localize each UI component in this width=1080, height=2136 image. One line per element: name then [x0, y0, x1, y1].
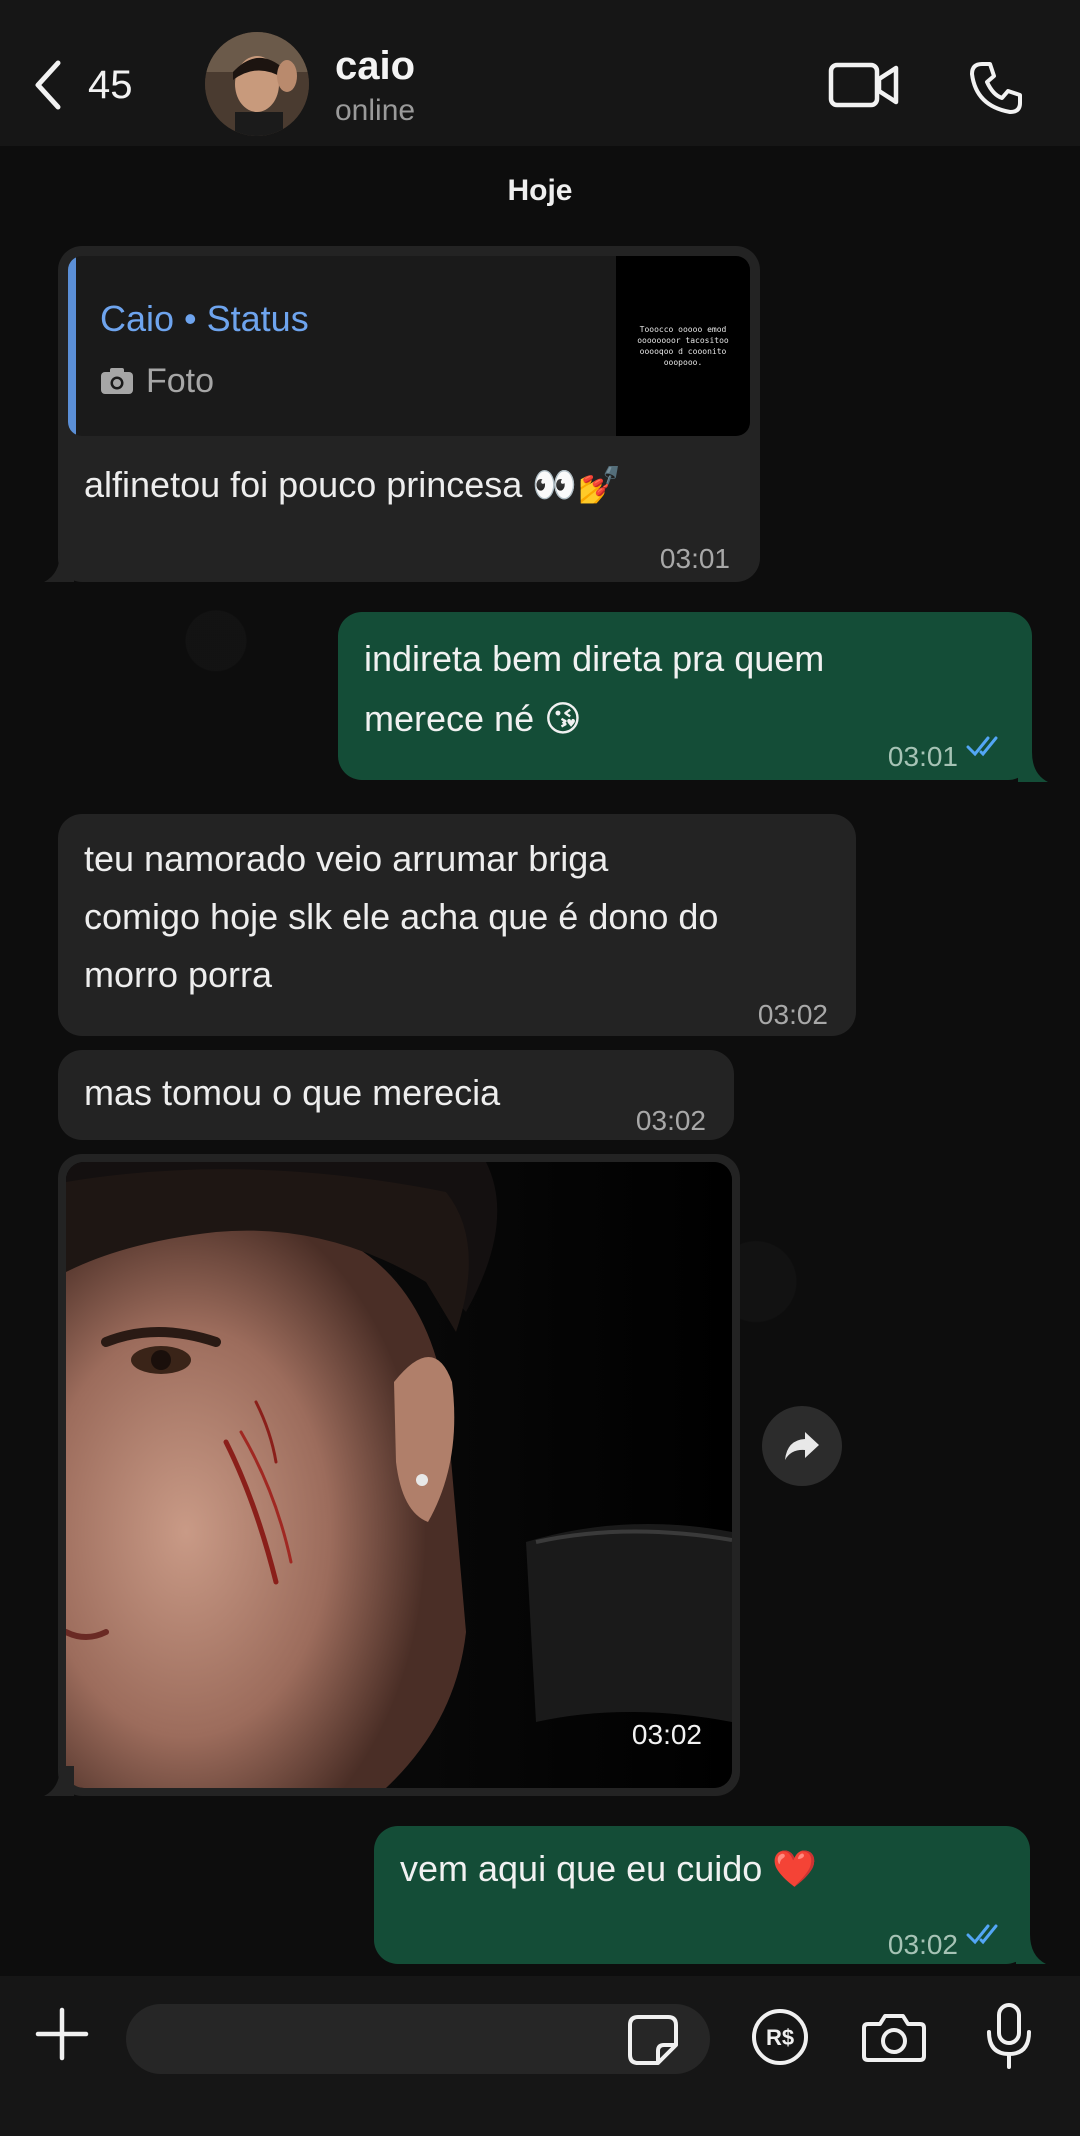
message-time: 03:02: [757, 999, 828, 1030]
phone-icon[interactable]: [966, 58, 1026, 118]
forward-button[interactable]: [762, 1406, 842, 1486]
message-time: 03:02: [887, 1929, 958, 1960]
message-time: 03:01: [659, 543, 730, 574]
chevron-left-icon: [35, 60, 61, 110]
chat-header: 45 caio online: [0, 0, 1080, 146]
video-call-icon[interactable]: [828, 58, 900, 112]
quote-kind: Foto: [100, 352, 214, 410]
message-text-line: morro porra: [84, 954, 273, 995]
quote-thumbnail-text: Tooocco ooooo emod oooooooor tacositoo o…: [637, 325, 729, 367]
message-text-line: comigo hoje slk ele acha que é dono do: [84, 896, 719, 937]
bubble-tail: [1018, 752, 1048, 782]
message-bubble-incoming[interactable]: teu namorado veio arrumar briga comigo h…: [58, 814, 856, 1036]
photo-image[interactable]: 03:02: [66, 1162, 732, 1788]
date-separator: Hoje: [507, 174, 573, 207]
message-text: mas tomou o que merecia: [84, 1072, 501, 1113]
camera-icon[interactable]: [862, 2010, 926, 2064]
photo-time: 03:02: [631, 1719, 702, 1750]
quote-author: Caio • Status: [100, 298, 309, 339]
read-ticks-icon: [966, 736, 998, 757]
message-bubble-incoming[interactable]: mas tomou o que merecia 03:02: [58, 1050, 734, 1140]
message-time: 03:02: [635, 1105, 706, 1136]
chat-screen: 45 caio online Hoje Caio • Status Foto T…: [0, 0, 1080, 2136]
back-button[interactable]: 45: [30, 52, 170, 118]
bubble-tail: [44, 1766, 74, 1796]
contact-name[interactable]: caio: [335, 44, 415, 89]
quote-thumbnail: Tooocco ooooo emod oooooooor tacositoo o…: [616, 256, 750, 436]
read-ticks-icon: [966, 1924, 998, 1945]
microphone-icon[interactable]: [984, 2002, 1034, 2070]
composer-bar: R$: [0, 1976, 1080, 2136]
quote-accent-bar: [68, 256, 76, 436]
unread-count: 45: [88, 62, 133, 107]
avatar[interactable]: [205, 32, 309, 136]
plus-icon[interactable]: [34, 2006, 90, 2062]
message-text: vem aqui que eu cuido ❤️: [400, 1848, 818, 1889]
photo-content: [66, 1162, 732, 1788]
message-text-line: indireta bem direta pra quem: [364, 638, 825, 679]
camera-small-icon: [101, 368, 133, 394]
payment-icon[interactable]: R$: [750, 2007, 810, 2067]
message-text-line: merece né 😘: [364, 698, 582, 739]
message-bubble-outgoing[interactable]: vem aqui que eu cuido ❤️ 03:02: [374, 1826, 1030, 1964]
status-reply-quote[interactable]: Caio • Status Foto Tooocco ooooo emod oo…: [68, 256, 750, 436]
photo-message-bubble[interactable]: 03:02: [58, 1154, 740, 1796]
quote-kind-label: Foto: [146, 362, 215, 400]
forward-icon: [785, 1432, 819, 1460]
message-bubble-incoming[interactable]: Caio • Status Foto Tooocco ooooo emod oo…: [58, 246, 760, 582]
sticker-icon[interactable]: [626, 2013, 680, 2067]
contact-status: online: [335, 94, 416, 127]
bubble-tail: [1016, 1934, 1046, 1964]
svg-text:R$: R$: [766, 2025, 794, 2050]
message-text: alfinetou foi pouco princesa 👀💅: [84, 464, 622, 505]
bubble-tail: [44, 552, 74, 582]
message-time: 03:01: [887, 741, 958, 772]
message-text-line: teu namorado veio arrumar briga: [84, 838, 609, 879]
message-input[interactable]: [126, 2004, 710, 2074]
message-bubble-outgoing[interactable]: indireta bem direta pra quem merece né 😘…: [338, 612, 1032, 780]
